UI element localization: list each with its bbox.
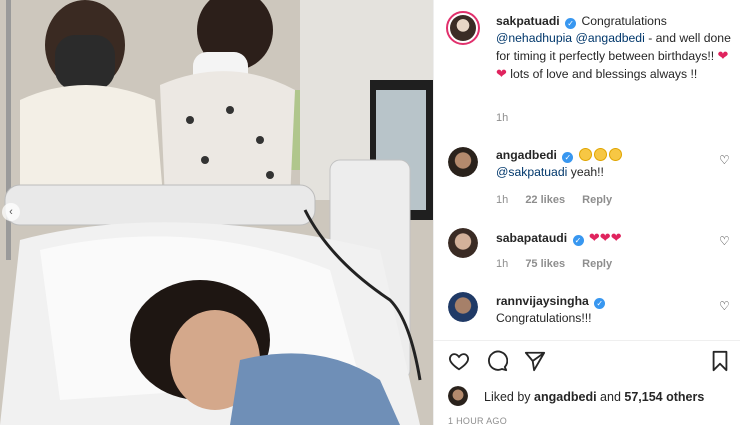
comment-avatar-sabapataudi[interactable]: [448, 228, 478, 258]
verified-badge-icon: ✓: [572, 235, 584, 246]
comment-avatar-rannvijaysingha[interactable]: [448, 292, 478, 322]
comment-time: 1h: [496, 194, 509, 206]
comment-sabapataudi: sabapataudi ✓ ❤❤❤: [496, 229, 731, 247]
verified-badge-icon: ✓: [562, 152, 574, 163]
post-details-panel: sakpatuadi ✓ Congratulations @nehadhupia…: [433, 0, 740, 425]
caption-meta: 1h: [496, 112, 522, 124]
comment-likes-link[interactable]: 22 likes: [525, 194, 565, 206]
likes-prefix: Liked by: [484, 390, 531, 404]
comment-bubble-icon[interactable]: [486, 350, 508, 372]
comment-text: yeah!!: [570, 165, 604, 179]
post-caption: sakpatuadi ✓ Congratulations @nehadhupia…: [496, 13, 731, 83]
previous-image-button[interactable]: ‹: [2, 203, 20, 221]
author-avatar[interactable]: [446, 11, 480, 45]
likes-joiner: and: [600, 390, 621, 404]
comment-text: Congratulations!!!: [496, 311, 592, 325]
comment-meta: 1h 22 likes Reply: [496, 194, 626, 206]
comment-rannvijaysingha: rannvijaysingha ✓ Congratulations!!!: [496, 293, 731, 327]
like-comment-heart-icon[interactable]: ♡: [719, 154, 731, 166]
caption-mention-angadbedi[interactable]: @angadbedi: [575, 31, 644, 45]
comment-likes-link[interactable]: 75 likes: [525, 258, 565, 270]
comment-username[interactable]: angadbedi: [496, 148, 557, 162]
caption-text-start: Congratulations: [581, 14, 667, 28]
bookmark-icon[interactable]: [709, 350, 731, 372]
liked-by-avatar[interactable]: [448, 386, 468, 406]
like-comment-heart-icon[interactable]: ♡: [719, 235, 731, 247]
like-comment-heart-icon[interactable]: ♡: [719, 300, 731, 312]
hospital-photo-illustration: [0, 0, 433, 425]
laughing-emoji-icon: [608, 148, 622, 161]
laughing-emoji-icon: [593, 148, 607, 161]
verified-badge-icon: ✓: [594, 298, 606, 309]
verified-badge-icon: ✓: [565, 18, 577, 29]
chevron-left-icon: ‹: [9, 206, 13, 218]
post-photo[interactable]: ‹: [0, 0, 433, 425]
comment-mention[interactable]: @sakpatuadi: [496, 165, 567, 179]
post-timestamp[interactable]: 1 HOUR AGO: [448, 416, 507, 425]
comment-avatar-angadbedi[interactable]: [448, 147, 478, 177]
laughing-emoji-icon: [578, 148, 592, 161]
comment-meta: 1h 75 likes Reply: [496, 258, 626, 270]
likes-others-link[interactable]: 57,154 others: [624, 390, 704, 404]
actions-divider: [434, 340, 740, 341]
heart-outline-icon[interactable]: [448, 350, 470, 372]
comment-reply-button[interactable]: Reply: [582, 194, 612, 206]
caption-mention-nehadhupia[interactable]: @nehadhupia: [496, 31, 572, 45]
paper-plane-icon[interactable]: [524, 350, 546, 372]
comment-angadbedi: angadbedi ✓ @sakpatuadi yeah!!: [496, 147, 731, 181]
comment-username[interactable]: rannvijaysingha: [496, 294, 589, 308]
likes-user-link[interactable]: angadbedi: [534, 390, 597, 404]
red-heart-emoji-icon: ❤❤❤: [588, 230, 622, 245]
comment-time: 1h: [496, 258, 509, 270]
comment-reply-button[interactable]: Reply: [582, 258, 612, 270]
caption-time: 1h: [496, 112, 509, 124]
comment-username[interactable]: sabapataudi: [496, 231, 567, 245]
likes-summary: Liked by angadbedi and 57,154 others: [484, 390, 704, 404]
caption-username[interactable]: sakpatuadi: [496, 14, 560, 28]
caption-text-end: lots of love and blessings always !!: [510, 67, 698, 81]
